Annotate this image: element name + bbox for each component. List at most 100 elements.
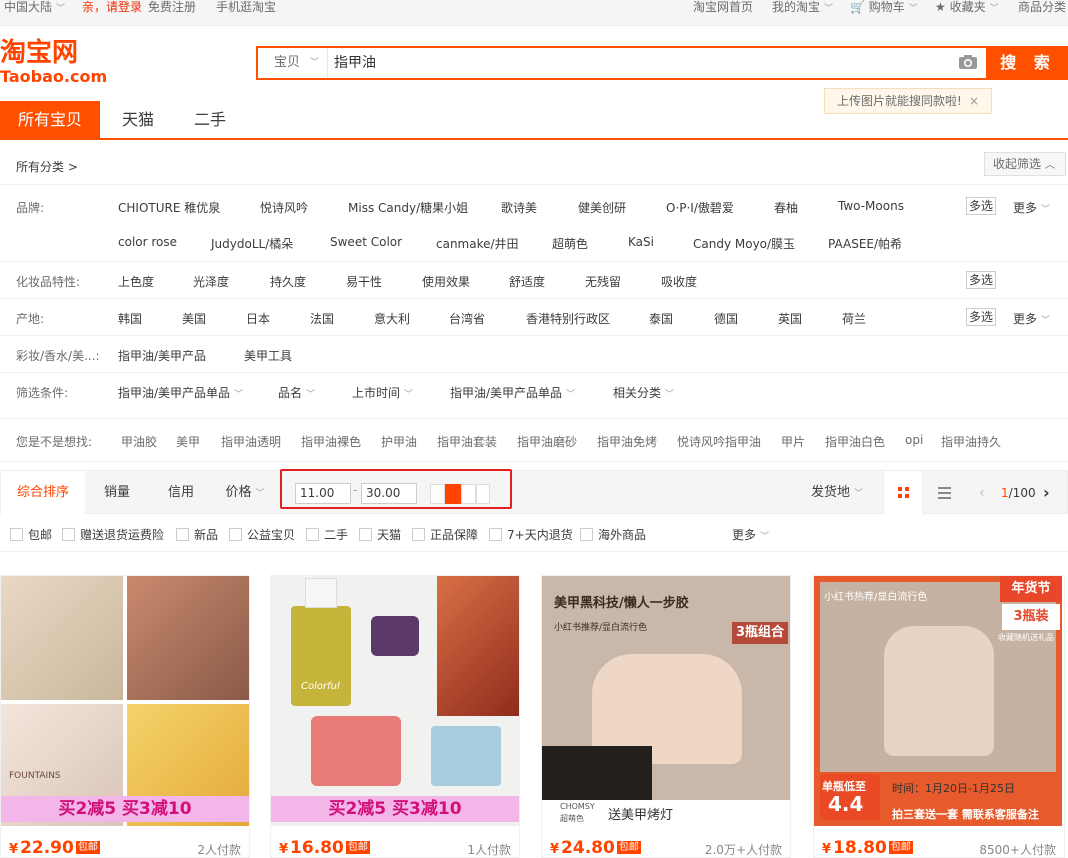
checkbox[interactable] xyxy=(412,528,425,541)
checkbox[interactable] xyxy=(580,528,593,541)
option-genuine[interactable]: 正品保障 xyxy=(412,526,478,543)
feature-option[interactable]: 使用效果 xyxy=(422,273,470,290)
related-link[interactable]: 悦诗风吟指甲油 xyxy=(677,433,761,450)
region-selector[interactable]: 中国大陆 ﹀ xyxy=(4,0,65,17)
origin-option[interactable]: 英国 xyxy=(778,310,802,327)
checkbox[interactable] xyxy=(229,528,242,541)
origin-option[interactable]: 香港特别行政区 xyxy=(526,310,610,327)
tab-tmall[interactable]: 天猫 xyxy=(108,101,168,138)
product-card[interactable]: 小红书热荐/显白流行色 年货节 3瓶装 收藏随机送礼品 单瓶低至 4.4 时间：… xyxy=(813,575,1065,858)
option-free-shipping[interactable]: 包邮 xyxy=(10,526,52,543)
search-input[interactable]: 指甲油 xyxy=(334,48,376,78)
sort-price[interactable]: 价格 ﹀ xyxy=(213,471,277,515)
categories-link[interactable]: 商品分类 xyxy=(1018,0,1066,15)
camera-icon[interactable] xyxy=(958,54,978,70)
search-button[interactable]: 搜 索 xyxy=(988,46,1068,80)
related-link[interactable]: 甲片 xyxy=(781,433,805,450)
condition-dropdown[interactable]: 相关分类 ﹀ xyxy=(613,384,674,401)
brand-option[interactable]: JudydoLL/橘朵 xyxy=(211,235,293,252)
feature-option[interactable]: 光泽度 xyxy=(193,273,229,290)
checkbox[interactable] xyxy=(306,528,319,541)
origin-option[interactable]: 德国 xyxy=(714,310,738,327)
brand-option[interactable]: PAASEE/帕希 xyxy=(828,235,902,252)
checkbox[interactable] xyxy=(62,528,75,541)
more-button[interactable]: 更多 ﹀ xyxy=(1013,199,1050,216)
list-view-button[interactable] xyxy=(925,471,965,515)
brand-option[interactable]: O·P·I/傲碧爱 xyxy=(666,199,734,216)
category-option[interactable]: 指甲油/美甲产品 xyxy=(118,347,206,364)
product-card[interactable]: Colorful 买2减5 买3减10 ¥16.80 包邮 1人付款 xyxy=(270,575,520,858)
feature-option[interactable]: 无残留 xyxy=(585,273,621,290)
brand-option[interactable]: 歌诗美 xyxy=(501,199,537,216)
origin-option[interactable]: 法国 xyxy=(310,310,334,327)
option-7day-return[interactable]: 7+天内退货 xyxy=(489,526,573,543)
product-image[interactable]: 小红书热荐/显白流行色 年货节 3瓶装 收藏随机送礼品 单瓶低至 4.4 时间：… xyxy=(814,576,1062,826)
related-link[interactable]: 指甲油套装 xyxy=(437,433,497,450)
option-tmall[interactable]: 天猫 xyxy=(359,526,401,543)
next-page-icon[interactable]: › xyxy=(1043,471,1050,515)
home-link[interactable]: 淘宝网首页 xyxy=(693,0,753,15)
brand-option[interactable]: KaSi xyxy=(628,235,654,249)
brand-option[interactable]: 超萌色 xyxy=(552,235,588,252)
condition-dropdown[interactable]: 指甲油/美甲产品单品 ﹀ xyxy=(118,384,243,401)
product-card[interactable]: 美甲黑科技/懒人一步胶 小红书推荐/显白流行色 3瓶组合 CHOMSY 超萌色 … xyxy=(541,575,791,858)
prev-page-icon[interactable]: ‹ xyxy=(979,471,985,515)
register-link[interactable]: 免费注册 xyxy=(148,0,196,15)
origin-option[interactable]: 日本 xyxy=(246,310,270,327)
feature-option[interactable]: 吸收度 xyxy=(661,273,697,290)
mobile-link[interactable]: 手机逛淘宝 xyxy=(216,0,276,15)
sort-sales[interactable]: 销量 xyxy=(85,471,149,515)
related-link[interactable]: 指甲油裸色 xyxy=(301,433,361,450)
multi-select-button[interactable]: 多选 xyxy=(966,271,996,289)
search-scope-select[interactable]: 宝贝 ﹀ xyxy=(258,48,328,78)
origin-option[interactable]: 美国 xyxy=(182,310,206,327)
origin-option[interactable]: 台湾省 xyxy=(449,310,485,327)
related-link[interactable]: 指甲油持久 xyxy=(941,433,1001,450)
feature-option[interactable]: 上色度 xyxy=(118,273,154,290)
sort-credit[interactable]: 信用 xyxy=(149,471,213,515)
all-categories-link[interactable]: 所有分类 > xyxy=(16,158,78,175)
multi-select-button[interactable]: 多选 xyxy=(966,308,996,326)
related-link[interactable]: 指甲油免烤 xyxy=(597,433,657,450)
related-link[interactable]: 护甲油 xyxy=(381,433,417,450)
tab-all[interactable]: 所有宝贝 xyxy=(0,101,100,138)
multi-select-button[interactable]: 多选 xyxy=(966,197,996,215)
checkbox[interactable] xyxy=(489,528,502,541)
product-image[interactable]: 美甲黑科技/懒人一步胶 小红书推荐/显白流行色 3瓶组合 CHOMSY 超萌色 … xyxy=(542,576,790,826)
brand-option[interactable]: Two-Moons xyxy=(838,199,904,213)
origin-option[interactable]: 意大利 xyxy=(374,310,410,327)
product-card[interactable]: FOUNTAINS 买2减5 买3减10 ¥22.90 包邮 2人付款 xyxy=(0,575,250,858)
brand-option[interactable]: color rose xyxy=(118,235,177,249)
taobao-logo[interactable]: 淘宝网 Taobao.com xyxy=(0,38,110,90)
collapse-filters-button[interactable]: 收起筛选 ︿ xyxy=(984,152,1066,176)
checkbox[interactable] xyxy=(359,528,372,541)
product-image[interactable]: Colorful 买2减5 买3减10 xyxy=(271,576,519,826)
option-charity[interactable]: 公益宝贝 xyxy=(229,526,295,543)
condition-dropdown[interactable]: 指甲油/美甲产品单品 ﹀ xyxy=(450,384,575,401)
cart-link[interactable]: 🛒 购物车 ﹀ xyxy=(850,0,918,17)
options-more-button[interactable]: 更多 ﹀ xyxy=(732,526,769,543)
brand-option[interactable]: Candy Moyo/膜玉 xyxy=(693,235,795,252)
category-option[interactable]: 美甲工具 xyxy=(244,347,292,364)
login-link[interactable]: 亲，请登录 xyxy=(82,0,142,15)
related-link[interactable]: 指甲油白色 xyxy=(825,433,885,450)
my-taobao-link[interactable]: 我的淘宝 ﹀ xyxy=(772,0,833,17)
checkbox[interactable] xyxy=(176,528,189,541)
feature-option[interactable]: 持久度 xyxy=(270,273,306,290)
brand-option[interactable]: Miss Candy/糖果小姐 xyxy=(348,199,468,216)
related-link[interactable]: 指甲油透明 xyxy=(221,433,281,450)
brand-option[interactable]: Sweet Color xyxy=(330,235,402,249)
tab-second-hand[interactable]: 二手 xyxy=(180,101,240,138)
option-new[interactable]: 新品 xyxy=(176,526,218,543)
origin-option[interactable]: 泰国 xyxy=(649,310,673,327)
brand-option[interactable]: 悦诗风吟 xyxy=(260,199,308,216)
origin-option[interactable]: 韩国 xyxy=(118,310,142,327)
more-button[interactable]: 更多 ﹀ xyxy=(1013,310,1050,327)
option-return-insurance[interactable]: 赠送退货运费险 xyxy=(62,526,164,543)
brand-option[interactable]: 健美创研 xyxy=(578,199,626,216)
brand-option[interactable]: canmake/井田 xyxy=(436,235,519,252)
grid-view-button[interactable] xyxy=(883,471,923,515)
condition-dropdown[interactable]: 上市时间 ﹀ xyxy=(352,384,413,401)
sort-default[interactable]: 综合排序 xyxy=(1,471,85,515)
condition-dropdown[interactable]: 品名 ﹀ xyxy=(278,384,315,401)
